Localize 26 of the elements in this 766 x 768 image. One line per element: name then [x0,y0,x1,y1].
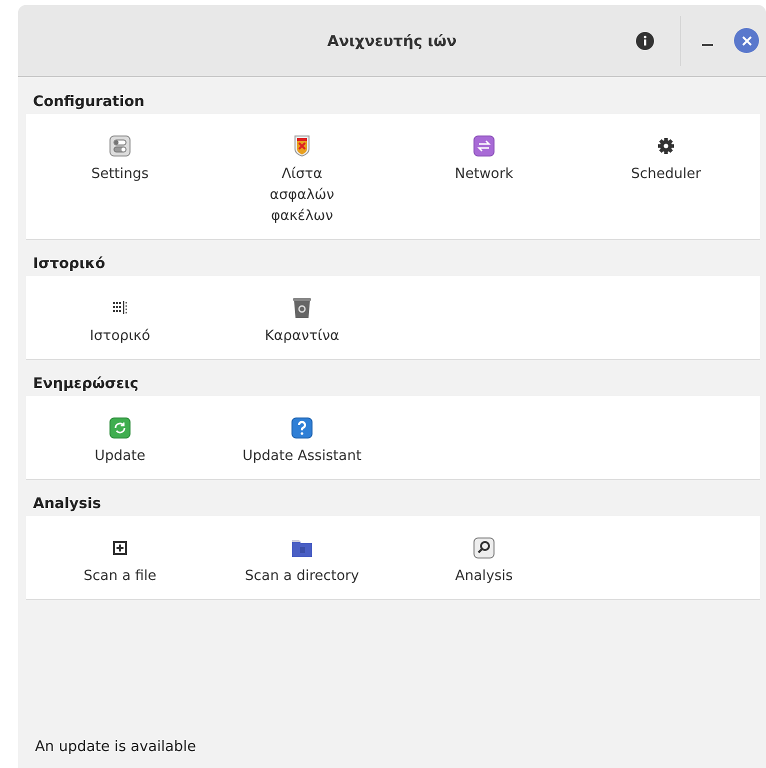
tool-label[interactable]: Scan a directory [244,566,360,587]
section-title: Ιστορικό [33,256,106,272]
tool-label[interactable]: Λίστα ασφαλών φακέλων [252,164,352,227]
close-icon [740,34,752,46]
toggle-switches-icon [108,134,132,158]
magnifier-icon [472,536,496,560]
question-mark-icon [290,416,314,440]
section-title: Configuration [33,94,144,110]
info-icon[interactable] [636,32,654,50]
section-title: Analysis [33,496,101,512]
window-title: Ανιχνευτής ιών [327,32,457,50]
tool-label[interactable]: Scan a file [84,566,156,587]
tool-label[interactable]: Network [454,164,514,185]
tool-label[interactable]: Ιστορικό [90,326,150,347]
tool-label[interactable]: Καραντίνα [264,326,340,347]
tool-label[interactable]: Update [94,446,146,467]
section-title: Ενημερώσεις [33,376,138,392]
close-button[interactable] [734,28,759,53]
swap-arrows-icon [472,134,496,158]
tool-label[interactable]: Settings [91,164,149,185]
tool-label[interactable]: Scheduler [630,164,702,185]
tool-label[interactable]: Update Assistant [242,446,362,467]
status-text: An update is available [35,739,196,755]
tool-label[interactable]: Analysis [455,566,513,587]
trash-can-icon [290,296,314,320]
refresh-icon [108,416,132,440]
